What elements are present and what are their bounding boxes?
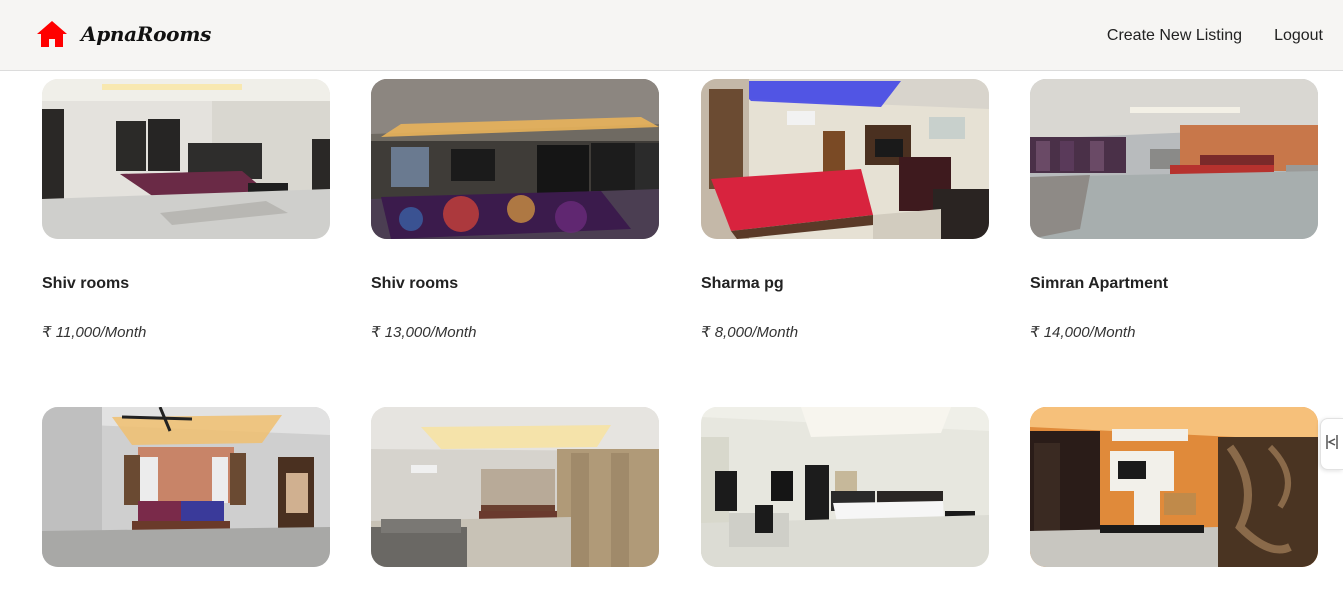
listing-image[interactable] [42,79,330,239]
listing-title[interactable]: Shiv rooms [42,275,129,293]
listing-price: ₹ 14,000/Month [1030,324,1136,341]
listing-card[interactable]: Sharma pg ₹ 8,000/Month [701,79,989,341]
listing-image[interactable] [701,407,989,567]
listing-card[interactable] [1030,407,1318,567]
listing-title[interactable]: Shiv rooms [371,275,458,293]
listings-grid: Shiv rooms ₹ 11,000/Month Shiv rooms ₹ 1… [0,0,1343,597]
listing-price: ₹ 8,000/Month [701,324,799,341]
listing-image[interactable] [371,407,659,567]
listing-title[interactable]: Sharma pg [701,275,784,293]
listing-card[interactable]: Shiv rooms ₹ 13,000/Month [371,79,659,341]
listing-card[interactable]: Simran Apartment ₹ 14,000/Month [1030,79,1318,341]
listing-image[interactable] [1030,79,1318,239]
listing-card[interactable] [371,407,659,567]
listing-card[interactable] [701,407,989,567]
listing-image[interactable] [42,407,330,567]
side-collapse-tab[interactable] [1320,418,1343,470]
listing-card[interactable] [42,407,330,567]
listing-price: ₹ 13,000/Month [371,324,477,341]
listing-price: ₹ 11,000/Month [42,324,147,341]
listing-card[interactable]: Shiv rooms ₹ 11,000/Month [42,79,330,341]
listing-title[interactable]: Simran Apartment [1030,275,1168,293]
listing-image[interactable] [1030,407,1318,567]
collapse-arrows-icon [1325,434,1339,455]
listing-image[interactable] [371,79,659,239]
listing-image[interactable] [701,79,989,239]
